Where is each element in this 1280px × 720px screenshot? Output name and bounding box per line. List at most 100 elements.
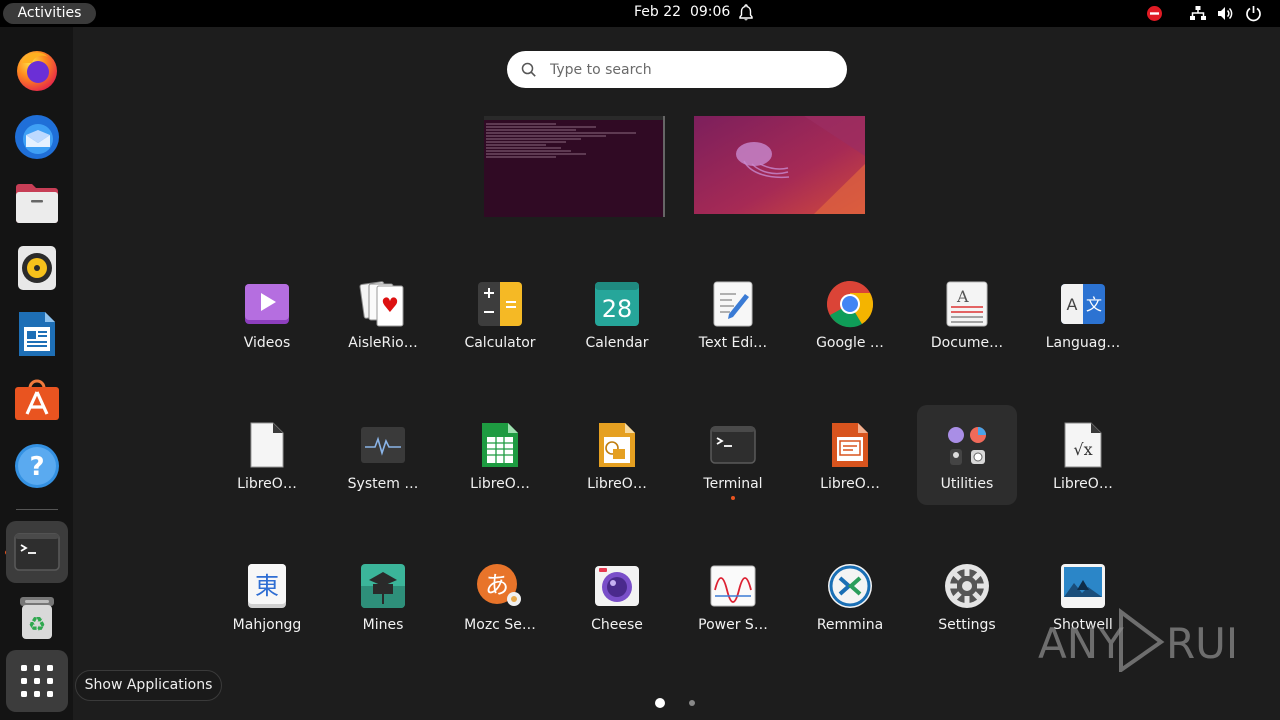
utilities-folder-icon [948, 427, 986, 465]
settings-gear-icon [945, 564, 989, 608]
activities-button[interactable]: Activities [3, 3, 96, 24]
app-calculator[interactable]: Calculator [450, 264, 550, 364]
dock-item-firefox[interactable] [6, 39, 68, 101]
app-aisleriot[interactable]: ♥ AisleRio… [333, 264, 433, 364]
app-label: Mines [362, 617, 404, 633]
rhythmbox-icon [18, 246, 56, 290]
app-label: System … [347, 476, 419, 492]
app-mahjongg[interactable]: 東 Mahjongg [217, 546, 317, 646]
show-applications-tooltip: Show Applications [75, 670, 222, 701]
app-label: LibreO… [237, 476, 297, 492]
app-text-editor[interactable]: Text Edi… [683, 264, 783, 364]
search-input[interactable] [548, 59, 832, 81]
libreoffice-icon [250, 422, 284, 468]
dock-item-terminal[interactable] [6, 521, 68, 583]
app-label: Languag… [1045, 335, 1121, 351]
dock-item-libreoffice-writer[interactable] [6, 303, 68, 365]
app-label: Settings [938, 617, 996, 633]
app-label: Cheese [591, 617, 643, 633]
thunderbird-icon [15, 115, 59, 159]
cheese-icon [595, 566, 639, 606]
do-not-disturb-icon[interactable] [1146, 5, 1163, 22]
app-libreoffice[interactable]: LibreO… [217, 405, 317, 505]
libreoffice-writer-icon [19, 312, 55, 356]
dock-separator [16, 509, 58, 510]
svg-text:?: ? [29, 452, 44, 482]
remmina-icon [828, 564, 872, 608]
mozc-icon: あ [477, 564, 521, 606]
dock-item-thunderbird[interactable] [6, 105, 68, 167]
system-monitor-icon [361, 427, 405, 463]
watermark-text-left: ANY [1038, 619, 1124, 668]
app-libreoffice-math[interactable]: √x LibreO… [1033, 405, 1133, 505]
svg-text:♻: ♻ [28, 612, 46, 636]
app-cheese[interactable]: Cheese [567, 546, 667, 646]
app-label: LibreO… [470, 476, 530, 492]
running-indicator [731, 496, 735, 500]
app-label: Docume… [930, 335, 1004, 351]
help-icon: ? [15, 444, 59, 488]
anyrun-watermark: ANY RUN [1038, 608, 1234, 672]
app-utilities-folder[interactable]: Utilities [917, 405, 1017, 505]
page-indicator-active[interactable] [655, 698, 665, 708]
app-videos[interactable]: Videos [217, 264, 317, 364]
dock-item-show-applications[interactable] [6, 650, 68, 712]
app-label: Google … [816, 335, 884, 351]
trash-icon: ♻ [20, 597, 54, 639]
show-applications-icon [21, 665, 53, 697]
language-icon: A 文 [1061, 284, 1105, 324]
mines-icon [361, 564, 405, 608]
app-label: Text Edi… [698, 335, 768, 351]
app-label: AisleRio… [348, 335, 418, 351]
workspace-thumbnail-terminal[interactable] [484, 116, 665, 217]
app-mines[interactable]: Mines [333, 546, 433, 646]
svg-text:√x: √x [1073, 440, 1092, 459]
app-settings[interactable]: Settings [917, 546, 1017, 646]
workspace-thumbnail-desktop[interactable] [694, 116, 865, 214]
power-icon[interactable] [1245, 5, 1262, 22]
app-mozc-setup[interactable]: あ Mozc Se… [450, 546, 550, 646]
language-letter: A [1067, 295, 1078, 314]
network-wired-icon[interactable] [1189, 5, 1207, 22]
app-label: Calendar [585, 335, 649, 351]
app-libreoffice-calc[interactable]: LibreO… [450, 405, 550, 505]
libreoffice-math-icon: √x [1064, 422, 1102, 468]
dock-item-files[interactable] [6, 171, 68, 233]
app-calendar[interactable]: 28 Calendar [567, 264, 667, 364]
app-terminal[interactable]: Terminal [683, 405, 783, 505]
clock[interactable]: Feb 22 09:06 [634, 4, 730, 20]
calculator-icon [478, 282, 522, 326]
svg-text:♥: ♥ [381, 293, 399, 317]
app-label: Power S… [698, 617, 768, 633]
bell-icon[interactable] [738, 4, 754, 22]
top-bar: Activities Feb 22 09:06 [0, 0, 1280, 27]
cards-icon: ♥ [359, 281, 404, 327]
document-viewer-icon: A [946, 281, 988, 327]
dock-item-trash[interactable]: ♻ [6, 587, 68, 649]
libreoffice-calc-icon [482, 423, 518, 467]
page-indicator[interactable] [689, 700, 695, 706]
text-editor-icon [713, 281, 753, 327]
app-libreoffice-draw[interactable]: LibreO… [567, 405, 667, 505]
firefox-icon [17, 51, 57, 91]
app-google-chrome[interactable]: Google … [800, 264, 900, 364]
app-document-viewer[interactable]: A Docume… [917, 264, 1017, 364]
dock-item-rhythmbox[interactable] [6, 237, 68, 299]
dock-item-help[interactable]: ? [6, 435, 68, 497]
dock-item-ubuntu-software[interactable] [6, 369, 68, 431]
app-system-monitor[interactable]: System … [333, 405, 433, 505]
terminal-icon [14, 533, 60, 571]
search-bar[interactable] [507, 51, 847, 88]
language-glyph: 文 [1086, 295, 1102, 314]
app-label: LibreO… [1053, 476, 1113, 492]
app-language-support[interactable]: A 文 Languag… [1033, 264, 1133, 364]
volume-icon[interactable] [1217, 5, 1235, 22]
app-libreoffice-impress[interactable]: LibreO… [800, 405, 900, 505]
dock: ? ♻ [0, 27, 73, 720]
app-label: Calculator [464, 335, 536, 351]
app-power-statistics[interactable]: Power S… [683, 546, 783, 646]
calendar-day: 28 [602, 295, 633, 323]
power-statistics-icon [710, 565, 756, 607]
app-label: Remmina [816, 617, 884, 633]
app-remmina[interactable]: Remmina [800, 546, 900, 646]
